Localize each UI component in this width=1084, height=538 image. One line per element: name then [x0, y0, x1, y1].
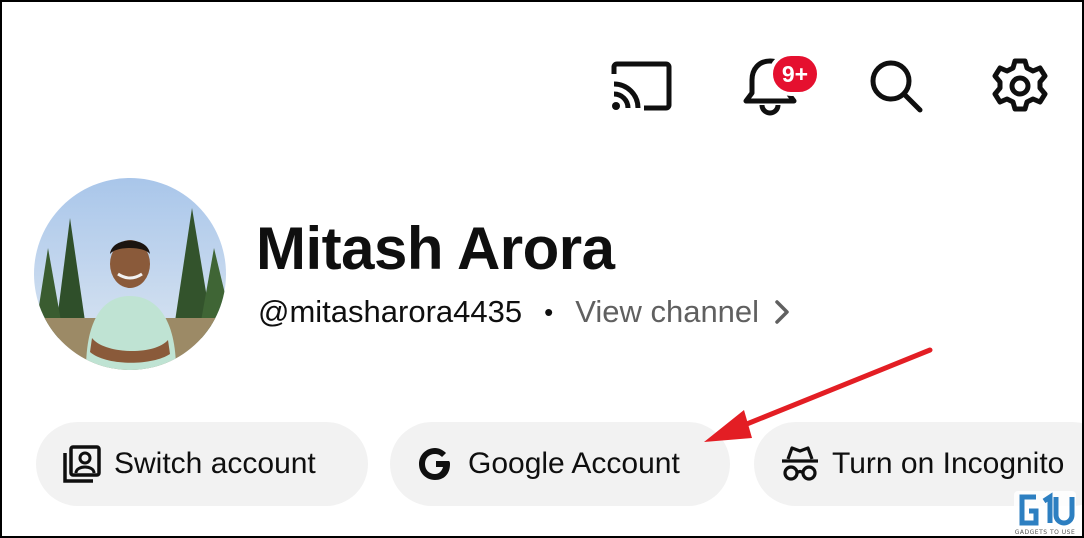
view-channel-label: View channel [575, 294, 760, 329]
view-channel-link[interactable]: View channel [575, 294, 791, 330]
switch-account-button[interactable]: Switch account [36, 422, 368, 506]
watermark-subtitle: GADGETS TO USE [1014, 529, 1076, 536]
separator-dot: • [544, 296, 554, 327]
cast-icon[interactable] [608, 56, 674, 116]
notification-count-badge: 9+ [769, 52, 821, 96]
gear-icon[interactable] [988, 54, 1052, 118]
switch-account-icon [62, 444, 102, 484]
incognito-label: Turn on Incognito [832, 447, 1065, 480]
google-account-button[interactable]: Google Account [390, 422, 730, 506]
chevron-right-icon [773, 298, 791, 326]
channel-name: Mitash Arora [256, 215, 615, 282]
watermark-logo: GADGETS TO USE [1010, 480, 1080, 536]
account-screen: 9+ Mitash Arora @mitasharora4435 • View … [0, 0, 1084, 538]
search-icon[interactable] [864, 54, 928, 118]
switch-account-label: Switch account [114, 447, 316, 480]
incognito-icon [780, 444, 820, 484]
google-account-label: Google Account [468, 447, 680, 480]
avatar[interactable] [34, 178, 226, 370]
channel-handle: @mitasharora4435 [258, 294, 523, 329]
handle-row: @mitasharora4435 • View channel [258, 294, 791, 330]
google-g-icon [416, 444, 456, 484]
